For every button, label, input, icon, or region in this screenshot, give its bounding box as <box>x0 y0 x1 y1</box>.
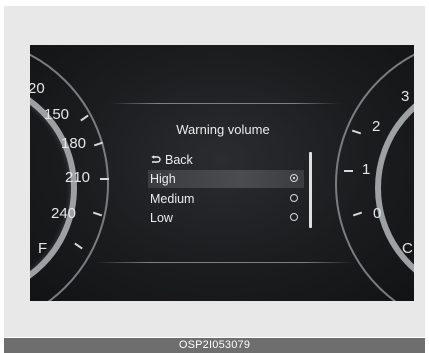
left-gauge-label: F <box>38 240 48 257</box>
panel-top-divider <box>110 103 340 104</box>
right-gauge-label: 0 <box>373 205 382 222</box>
menu-back-item[interactable]: Back <box>148 151 304 169</box>
right-gauge-label: 2 <box>372 118 381 135</box>
gauge-tick <box>344 170 353 172</box>
radio-empty-icon <box>290 213 298 221</box>
instrument-cluster-display: 20 150 180 210 240 F 3 2 1 0 C Warning v… <box>30 45 414 301</box>
left-gauge-label: 180 <box>61 135 87 152</box>
back-arrow-icon <box>150 152 161 163</box>
panel-bottom-divider <box>95 262 355 263</box>
radio-empty-icon <box>290 194 298 202</box>
image-caption: OSP2I053079 <box>178 339 251 351</box>
caption-bar: OSP2I053079 <box>4 338 425 353</box>
option-label: High <box>150 172 176 186</box>
back-label: Back <box>165 153 193 167</box>
gauge-tick <box>100 178 109 180</box>
menu-option-high[interactable]: High <box>148 170 304 188</box>
left-gauge-label: 210 <box>65 169 91 186</box>
menu-title: Warning volume <box>176 122 270 137</box>
left-gauge-label: 240 <box>51 205 77 222</box>
right-gauge-label: 1 <box>362 161 371 178</box>
option-label: Medium <box>150 192 195 206</box>
menu-option-low[interactable]: Low <box>148 209 304 227</box>
left-gauge-label: 20 <box>30 80 45 97</box>
right-gauge-label: 3 <box>401 88 410 105</box>
left-gauge-label: 150 <box>44 106 70 123</box>
menu-option-medium[interactable]: Medium <box>148 190 304 208</box>
option-label: Low <box>150 211 173 225</box>
radio-selected-icon <box>290 174 298 182</box>
menu-scrollbar[interactable] <box>309 152 312 228</box>
right-gauge-label: C <box>402 240 413 257</box>
